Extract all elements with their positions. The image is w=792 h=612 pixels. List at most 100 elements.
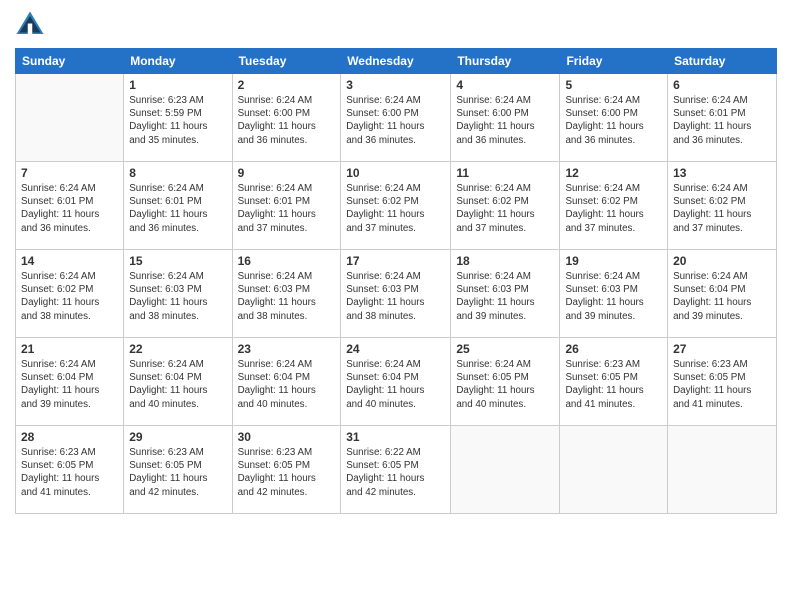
day-number: 13 <box>673 166 771 180</box>
day-number: 5 <box>565 78 662 92</box>
calendar-cell: 30Sunrise: 6:23 AM Sunset: 6:05 PM Dayli… <box>232 426 341 514</box>
day-detail: Sunrise: 6:24 AM Sunset: 6:01 PM Dayligh… <box>238 182 336 235</box>
day-number: 26 <box>565 342 662 356</box>
day-number: 4 <box>456 78 554 92</box>
day-detail: Sunrise: 6:24 AM Sunset: 6:04 PM Dayligh… <box>673 270 771 323</box>
day-detail: Sunrise: 6:24 AM Sunset: 6:02 PM Dayligh… <box>673 182 771 235</box>
day-number: 11 <box>456 166 554 180</box>
day-detail: Sunrise: 6:22 AM Sunset: 6:05 PM Dayligh… <box>346 446 445 499</box>
calendar-cell: 15 Sunrise: 6:24 AM Sunset: 6:03 PM Dayli… <box>124 250 232 338</box>
day-number: 27 <box>673 342 771 356</box>
calendar-header-row: SundayMondayTuesdayWednesdayThursdayFrid… <box>16 49 777 74</box>
day-number: 22 <box>129 342 226 356</box>
day-number: 9 <box>238 166 336 180</box>
calendar-cell: 27 Sunrise: 6:23 AM Sunset: 6:05 PM Dayli… <box>668 338 777 426</box>
day-of-week-header: Saturday <box>668 49 777 74</box>
day-number: 28 <box>21 430 118 444</box>
day-detail: Sunrise: 6:24 AM Sunset: 6:02 PM Dayligh… <box>21 270 118 323</box>
calendar-cell <box>560 426 668 514</box>
day-number: 29 <box>129 430 226 444</box>
calendar-week-row: 7 Sunrise: 6:24 AM Sunset: 6:01 PM Daylig… <box>16 162 777 250</box>
day-detail: Sunrise: 6:24 AM Sunset: 6:02 PM Dayligh… <box>565 182 662 235</box>
day-detail: Sunrise: 6:24 AM Sunset: 6:02 PM Dayligh… <box>456 182 554 235</box>
day-detail: Sunrise: 6:24 AM Sunset: 6:03 PM Dayligh… <box>565 270 662 323</box>
day-number: 14 <box>21 254 118 268</box>
day-of-week-header: Friday <box>560 49 668 74</box>
day-detail: Sunrise: 6:24 AM Sunset: 6:03 PM Dayligh… <box>346 270 445 323</box>
day-detail: Sunrise: 6:24 AM Sunset: 6:00 PM Dayligh… <box>346 94 445 147</box>
day-number: 8 <box>129 166 226 180</box>
day-number: 19 <box>565 254 662 268</box>
calendar-cell: 22 Sunrise: 6:24 AM Sunset: 6:04 PM Dayli… <box>124 338 232 426</box>
calendar-cell <box>451 426 560 514</box>
day-number: 31 <box>346 430 445 444</box>
day-detail: Sunrise: 6:24 AM Sunset: 6:03 PM Dayligh… <box>238 270 336 323</box>
calendar-cell: 5 Sunrise: 6:24 AM Sunset: 6:00 PM Daylig… <box>560 74 668 162</box>
day-detail: Sunrise: 6:23 AM Sunset: 6:05 PM Dayligh… <box>673 358 771 411</box>
day-number: 15 <box>129 254 226 268</box>
day-number: 25 <box>456 342 554 356</box>
day-detail: Sunrise: 6:24 AM Sunset: 6:02 PM Dayligh… <box>346 182 445 235</box>
calendar-week-row: 1Sunrise: 6:23 AM Sunset: 5:59 PM Daylig… <box>16 74 777 162</box>
day-number: 18 <box>456 254 554 268</box>
calendar-cell: 9 Sunrise: 6:24 AM Sunset: 6:01 PM Daylig… <box>232 162 341 250</box>
day-detail: Sunrise: 6:24 AM Sunset: 6:03 PM Dayligh… <box>456 270 554 323</box>
day-detail: Sunrise: 6:24 AM Sunset: 6:01 PM Dayligh… <box>129 182 226 235</box>
calendar-cell: 8 Sunrise: 6:24 AM Sunset: 6:01 PM Daylig… <box>124 162 232 250</box>
calendar-table: SundayMondayTuesdayWednesdayThursdayFrid… <box>15 48 777 514</box>
calendar-cell: 17Sunrise: 6:24 AM Sunset: 6:03 PM Dayli… <box>341 250 451 338</box>
day-detail: Sunrise: 6:24 AM Sunset: 6:04 PM Dayligh… <box>346 358 445 411</box>
day-number: 21 <box>21 342 118 356</box>
calendar-cell: 21 Sunrise: 6:24 AM Sunset: 6:04 PM Dayli… <box>16 338 124 426</box>
calendar-cell: 6Sunrise: 6:24 AM Sunset: 6:01 PM Daylig… <box>668 74 777 162</box>
calendar-cell: 11 Sunrise: 6:24 AM Sunset: 6:02 PM Dayli… <box>451 162 560 250</box>
calendar-cell: 29Sunrise: 6:23 AM Sunset: 6:05 PM Dayli… <box>124 426 232 514</box>
day-of-week-header: Sunday <box>16 49 124 74</box>
calendar-cell <box>16 74 124 162</box>
calendar-cell: 28 Sunrise: 6:23 AM Sunset: 6:05 PM Dayli… <box>16 426 124 514</box>
calendar-cell: 18 Sunrise: 6:24 AM Sunset: 6:03 PM Dayli… <box>451 250 560 338</box>
page: SundayMondayTuesdayWednesdayThursdayFrid… <box>0 0 792 612</box>
day-number: 2 <box>238 78 336 92</box>
calendar-cell: 31 Sunrise: 6:22 AM Sunset: 6:05 PM Dayli… <box>341 426 451 514</box>
day-number: 24 <box>346 342 445 356</box>
day-detail: Sunrise: 6:23 AM Sunset: 6:05 PM Dayligh… <box>565 358 662 411</box>
calendar-cell: 3 Sunrise: 6:24 AM Sunset: 6:00 PM Daylig… <box>341 74 451 162</box>
day-number: 3 <box>346 78 445 92</box>
calendar-cell: 12 Sunrise: 6:24 AM Sunset: 6:02 PM Dayli… <box>560 162 668 250</box>
calendar-cell: 20 Sunrise: 6:24 AM Sunset: 6:04 PM Dayli… <box>668 250 777 338</box>
day-number: 6 <box>673 78 771 92</box>
day-number: 20 <box>673 254 771 268</box>
calendar-cell: 25 Sunrise: 6:24 AM Sunset: 6:05 PM Dayli… <box>451 338 560 426</box>
day-number: 12 <box>565 166 662 180</box>
day-number: 16 <box>238 254 336 268</box>
calendar-cell: 7 Sunrise: 6:24 AM Sunset: 6:01 PM Daylig… <box>16 162 124 250</box>
day-detail: Sunrise: 6:23 AM Sunset: 6:05 PM Dayligh… <box>238 446 336 499</box>
day-of-week-header: Monday <box>124 49 232 74</box>
calendar-week-row: 21 Sunrise: 6:24 AM Sunset: 6:04 PM Dayli… <box>16 338 777 426</box>
day-of-week-header: Tuesday <box>232 49 341 74</box>
day-number: 7 <box>21 166 118 180</box>
day-detail: Sunrise: 6:24 AM Sunset: 6:00 PM Dayligh… <box>565 94 662 147</box>
day-number: 10 <box>346 166 445 180</box>
calendar-cell: 10 Sunrise: 6:24 AM Sunset: 6:02 PM Dayli… <box>341 162 451 250</box>
day-detail: Sunrise: 6:24 AM Sunset: 6:03 PM Dayligh… <box>129 270 226 323</box>
calendar-cell <box>668 426 777 514</box>
day-detail: Sunrise: 6:24 AM Sunset: 6:00 PM Dayligh… <box>456 94 554 147</box>
day-detail: Sunrise: 6:24 AM Sunset: 6:04 PM Dayligh… <box>129 358 226 411</box>
header <box>15 10 777 40</box>
day-detail: Sunrise: 6:24 AM Sunset: 6:01 PM Dayligh… <box>21 182 118 235</box>
calendar-cell: 23 Sunrise: 6:24 AM Sunset: 6:04 PM Dayli… <box>232 338 341 426</box>
day-detail: Sunrise: 6:24 AM Sunset: 6:04 PM Dayligh… <box>238 358 336 411</box>
logo <box>15 10 49 40</box>
day-number: 23 <box>238 342 336 356</box>
calendar-cell: 4 Sunrise: 6:24 AM Sunset: 6:00 PM Daylig… <box>451 74 560 162</box>
calendar-cell: 16 Sunrise: 6:24 AM Sunset: 6:03 PM Dayli… <box>232 250 341 338</box>
calendar-cell: 26 Sunrise: 6:23 AM Sunset: 6:05 PM Dayli… <box>560 338 668 426</box>
day-detail: Sunrise: 6:23 AM Sunset: 6:05 PM Dayligh… <box>21 446 118 499</box>
day-detail: Sunrise: 6:24 AM Sunset: 6:04 PM Dayligh… <box>21 358 118 411</box>
calendar-cell: 2 Sunrise: 6:24 AM Sunset: 6:00 PM Daylig… <box>232 74 341 162</box>
logo-icon <box>15 10 45 40</box>
day-detail: Sunrise: 6:24 AM Sunset: 6:00 PM Dayligh… <box>238 94 336 147</box>
day-detail: Sunrise: 6:24 AM Sunset: 6:05 PM Dayligh… <box>456 358 554 411</box>
